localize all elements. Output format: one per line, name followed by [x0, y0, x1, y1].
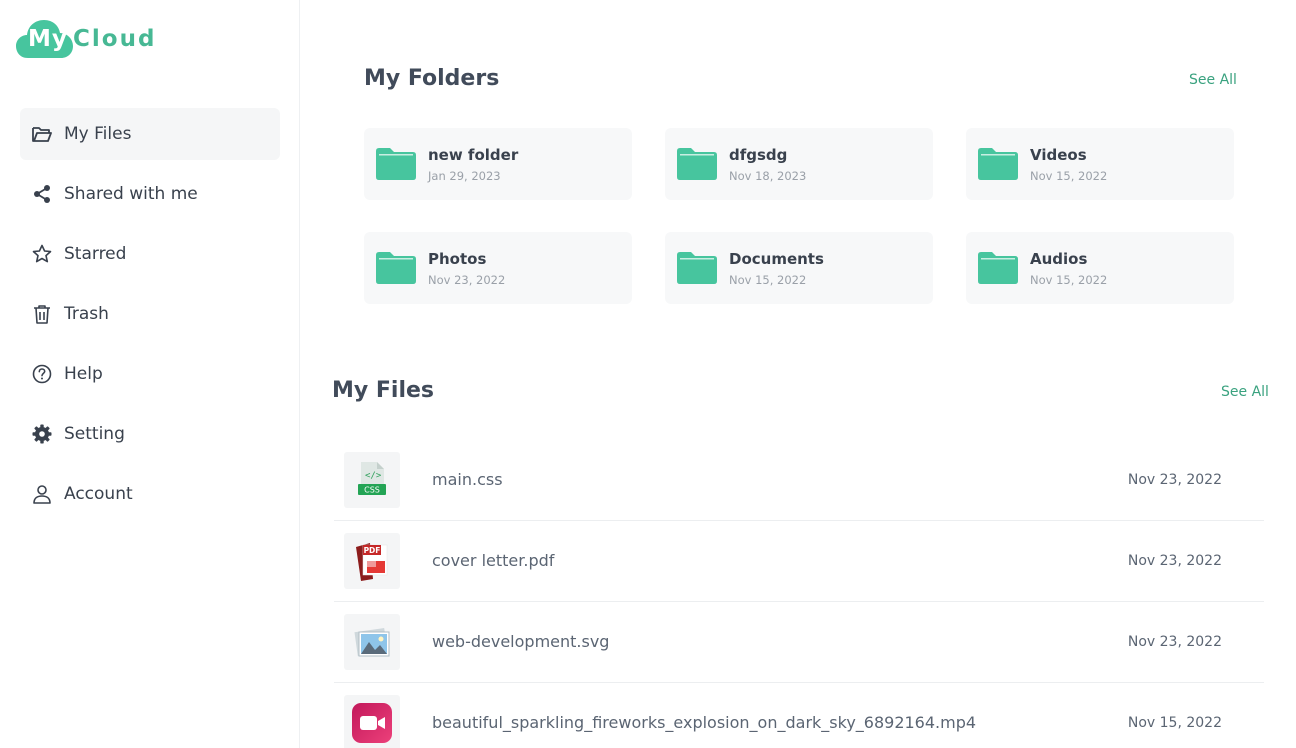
folder-date: Nov 18, 2023 [729, 169, 807, 183]
folder-date: Nov 23, 2022 [428, 273, 506, 287]
sidebar-item-label: Trash [64, 304, 109, 324]
folder-name: Photos [428, 250, 487, 268]
sidebar-item-starred[interactable]: Starred [20, 228, 280, 280]
share-icon [32, 184, 52, 204]
logo-text-cloud: Cloud [73, 26, 157, 52]
sidebar-item-shared-with-me[interactable]: Shared with me [20, 168, 280, 220]
file-row[interactable]: PDF cover letter.pdf Nov 23, 2022 [334, 521, 1264, 602]
app-logo[interactable]: My Cloud [16, 18, 176, 58]
folder-icon [677, 148, 717, 184]
sidebar-item-setting[interactable]: Setting [20, 408, 280, 460]
star-icon [32, 244, 52, 264]
folder-icon [376, 252, 416, 288]
user-icon [32, 484, 52, 504]
sidebar-item-label: Starred [64, 244, 127, 264]
folders-title: My Folders [364, 66, 500, 91]
folders-see-all-link[interactable]: See All [1189, 72, 1237, 88]
folder-name: Videos [1030, 146, 1087, 164]
trash-icon [32, 304, 52, 324]
folder-name: Documents [729, 250, 824, 268]
folder-name: dfgsdg [729, 146, 788, 164]
file-row[interactable]: web-development.svg Nov 23, 2022 [334, 602, 1264, 683]
file-name: beautiful_sparkling_fireworks_explosion_… [432, 713, 977, 732]
folder-date: Nov 15, 2022 [729, 273, 807, 287]
file-row[interactable]: </> CSS main.css Nov 23, 2022 [334, 440, 1264, 521]
file-date: Nov 23, 2022 [1127, 634, 1222, 650]
folder-name: new folder [428, 146, 519, 164]
folder-icon [978, 148, 1018, 184]
folder-name: Audios [1030, 250, 1088, 268]
file-row[interactable]: beautiful_sparkling_fireworks_explosion_… [334, 683, 1264, 748]
help-icon [32, 364, 52, 384]
sidebar-item-account[interactable]: Account [20, 468, 280, 520]
svg-text:</>: </> [365, 471, 382, 481]
folder-date: Nov 15, 2022 [1030, 169, 1108, 183]
video-file-icon [344, 695, 400, 748]
css-file-icon: </> CSS [344, 452, 400, 508]
sidebar-nav: My Files Shared with me Starred Trash He… [20, 108, 280, 528]
sidebar-item-label: Help [64, 364, 103, 384]
folder-date: Jan 29, 2023 [428, 169, 501, 183]
image-file-icon [344, 614, 400, 670]
folder-card[interactable]: dfgsdg Nov 18, 2023 [665, 128, 933, 200]
folder-card[interactable]: Documents Nov 15, 2022 [665, 232, 933, 304]
file-badge: PDF [364, 546, 381, 555]
files-title: My Files [332, 378, 435, 403]
file-name: web-development.svg [432, 632, 610, 651]
pdf-file-icon: PDF [344, 533, 400, 589]
file-list: </> CSS main.css Nov 23, 2022 PDF cover … [334, 440, 1264, 748]
sidebar-item-help[interactable]: Help [20, 348, 280, 400]
file-name: main.css [432, 470, 503, 489]
folder-card[interactable]: new folder Jan 29, 2023 [364, 128, 632, 200]
gear-icon [32, 424, 52, 444]
folder-icon [677, 252, 717, 288]
sidebar-item-label: My Files [64, 124, 132, 144]
file-badge: CSS [364, 486, 380, 495]
file-date: Nov 15, 2022 [1127, 715, 1222, 731]
folder-card[interactable]: Videos Nov 15, 2022 [966, 128, 1234, 200]
folder-icon [376, 148, 416, 184]
folder-open-icon [32, 124, 52, 144]
sidebar-item-trash[interactable]: Trash [20, 288, 280, 340]
sidebar: My Cloud My Files Shared with me Starred [0, 0, 300, 748]
folder-card[interactable]: Photos Nov 23, 2022 [364, 232, 632, 304]
files-see-all-link[interactable]: See All [1221, 384, 1269, 400]
file-date: Nov 23, 2022 [1127, 553, 1222, 569]
folder-icon [978, 252, 1018, 288]
folder-date: Nov 15, 2022 [1030, 273, 1108, 287]
file-date: Nov 23, 2022 [1127, 472, 1222, 488]
sidebar-item-label: Setting [64, 424, 125, 444]
sidebar-item-label: Shared with me [64, 184, 198, 204]
file-name: cover letter.pdf [432, 551, 555, 570]
sidebar-item-label: Account [64, 484, 133, 504]
logo-text-my: My [28, 26, 68, 52]
folder-card[interactable]: Audios Nov 15, 2022 [966, 232, 1234, 304]
sidebar-item-my-files[interactable]: My Files [20, 108, 280, 160]
